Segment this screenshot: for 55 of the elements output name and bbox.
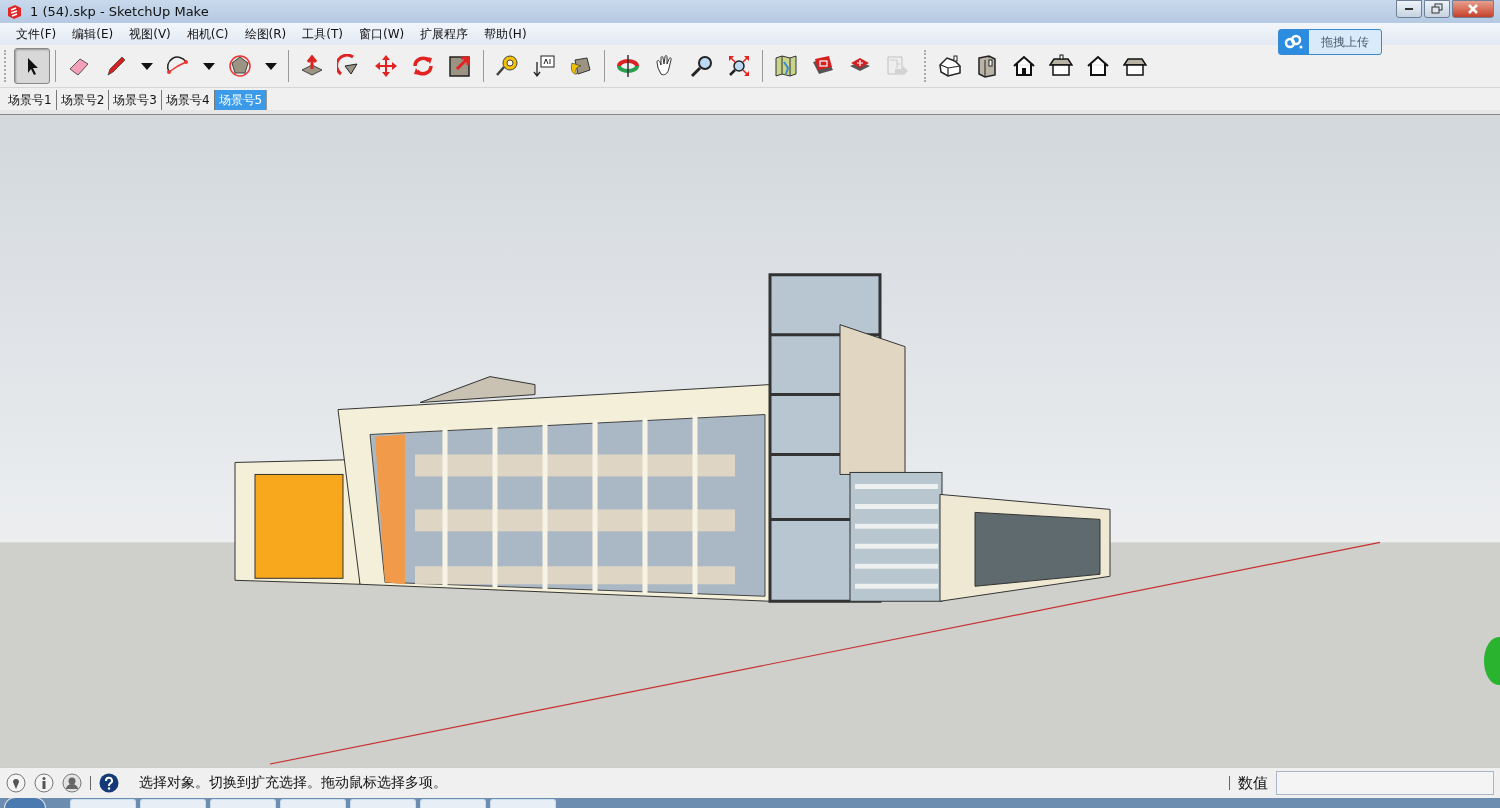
geo-location-icon[interactable] [6,773,26,793]
menu-item[interactable]: 相机(C) [178,25,237,43]
tool-button[interactable] [14,48,50,84]
rotate-icon [411,54,435,78]
scene-tab[interactable]: 场景号2 [56,90,110,110]
caret-icon [203,62,215,70]
zoom-icon [690,54,714,78]
user-icon[interactable] [62,773,82,793]
push-pull-icon [300,54,324,78]
scale-icon [448,54,472,78]
share-icon [885,54,909,78]
menu-item[interactable]: 绘图(R) [236,25,295,43]
scene-tab[interactable]: 场景号1 [4,90,57,110]
close-icon [1467,3,1479,15]
text-label-icon [532,54,556,78]
upload-button[interactable]: 拖拽上传 [1278,29,1382,55]
caret-icon [141,62,153,70]
house-iso-icon [938,54,962,78]
measurement-field[interactable] [1276,771,1494,795]
menu-item[interactable]: 视图(V) [121,25,179,43]
measurement-label: 数值 [1238,773,1268,793]
house-outline-icon [1086,54,1110,78]
menu-item[interactable]: 帮助(H) [476,25,535,43]
follow-me-icon [337,54,361,78]
cloud-link-icon [1284,34,1304,50]
close-button[interactable] [1452,0,1494,18]
pencil-icon [104,54,128,78]
caret-icon [265,62,277,70]
menu-item[interactable]: 文件(F) [8,25,65,43]
menu-item[interactable]: 扩展程序 [412,25,477,43]
menu-item[interactable]: 工具(T) [294,25,351,43]
restore-icon [1431,3,1443,15]
scene-tab[interactable]: 场景号3 [109,90,162,110]
menu-item[interactable]: 编辑(E) [64,25,122,43]
help-icon[interactable] [99,773,119,793]
info-icon[interactable] [34,773,54,793]
orbit-icon [616,54,640,78]
paint-bucket-icon [569,54,593,78]
box-icon [975,54,999,78]
restore-button[interactable] [1424,0,1450,18]
map-icon [774,54,798,78]
tape-measure-icon [495,54,519,78]
status-hint: 选择对象。切换到扩充选择。拖动鼠标选择多项。 [139,774,447,792]
house-front-icon [1012,54,1036,78]
app-logo-icon [6,3,22,20]
scene-tab[interactable]: 场景号4 [161,90,215,110]
start-button[interactable] [4,798,46,808]
minimize-icon [1405,8,1413,10]
minimize-button[interactable] [1396,0,1422,18]
polygon-icon [228,54,252,78]
window-title: 1 (54).skp - SketchUp Make [30,4,209,19]
menu-item[interactable]: 窗口(W) [350,25,413,43]
zoom-extents-icon [727,54,751,78]
move-arrows-icon [374,54,398,78]
house-roof-icon [1049,54,1073,78]
